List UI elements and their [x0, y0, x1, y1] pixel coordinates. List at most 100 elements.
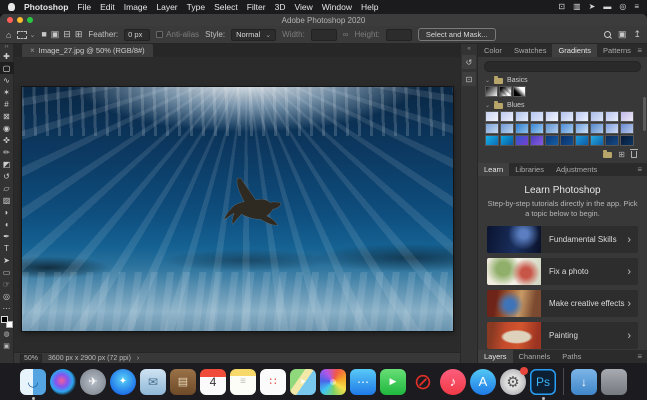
- menu-item[interactable]: Help: [361, 0, 378, 14]
- gradient-group-basics[interactable]: ⌄ Basics: [478, 75, 647, 86]
- frame-tool[interactable]: ⊠: [0, 110, 14, 122]
- menu-item[interactable]: Window: [322, 0, 352, 14]
- dock-contacts[interactable]: ▤: [170, 368, 196, 395]
- clone-stamp-tool[interactable]: ◩: [0, 158, 14, 170]
- gradient-swatch[interactable]: [620, 135, 634, 146]
- gradient-swatch[interactable]: [515, 135, 529, 146]
- gradient-swatch[interactable]: [605, 111, 619, 122]
- dock-photos[interactable]: [320, 368, 346, 395]
- menu-item[interactable]: Layer: [156, 0, 177, 14]
- gradient-swatch[interactable]: [513, 86, 526, 97]
- intersect-selection-icon[interactable]: ⊞: [75, 29, 83, 40]
- control-center-icon[interactable]: ≡: [634, 0, 639, 14]
- tutorial-fix-a-photo[interactable]: Fix a photo ›: [487, 258, 638, 286]
- gradient-swatch[interactable]: [605, 123, 619, 134]
- close-tab-icon[interactable]: ×: [30, 46, 35, 55]
- gradient-swatch[interactable]: [485, 135, 499, 146]
- dodge-tool[interactable]: ◖: [0, 218, 14, 230]
- height-input[interactable]: [385, 28, 412, 41]
- more-tools[interactable]: ⋯: [0, 302, 14, 314]
- gradient-swatch[interactable]: [560, 123, 574, 134]
- quick-mask-button[interactable]: ◍: [0, 328, 14, 340]
- gradient-swatch[interactable]: [620, 111, 634, 122]
- new-selection-icon[interactable]: ■: [41, 29, 46, 40]
- subtract-selection-icon[interactable]: ⊟: [63, 29, 71, 40]
- brush-tool[interactable]: ✏: [0, 146, 14, 158]
- gradients-scrollbar[interactable]: [643, 97, 646, 131]
- color-swatches[interactable]: [0, 316, 13, 328]
- spotlight-icon[interactable]: ◎: [619, 0, 626, 14]
- panel-tab[interactable]: Gradients: [552, 44, 597, 57]
- comments-panel-icon[interactable]: ⊡: [462, 72, 476, 86]
- tool-preset[interactable]: ⌄: [17, 30, 35, 39]
- dock-music[interactable]: ♪: [440, 368, 466, 395]
- eyedropper-tool[interactable]: ◉: [0, 122, 14, 134]
- gradient-swatch[interactable]: [605, 135, 619, 146]
- marquee-tool[interactable]: ▢: [0, 62, 14, 74]
- dock-reminders[interactable]: ∷: [260, 368, 286, 395]
- menu-item[interactable]: Filter: [247, 0, 266, 14]
- new-gradient-icon[interactable]: ⊞: [618, 150, 625, 159]
- gradient-swatch[interactable]: [560, 111, 574, 122]
- zoom-level-input[interactable]: 50%: [20, 353, 43, 363]
- panel-tab[interactable]: Libraries: [509, 163, 550, 176]
- menu-item[interactable]: View: [294, 0, 312, 14]
- home-icon[interactable]: ⌂: [6, 30, 11, 40]
- path-selection-tool[interactable]: ➤: [0, 254, 14, 266]
- new-group-folder-icon[interactable]: [603, 149, 613, 158]
- dock-notes[interactable]: ≡: [230, 368, 256, 395]
- foreground-color-swatch[interactable]: [0, 316, 8, 323]
- gradient-swatch[interactable]: [590, 111, 604, 122]
- location-icon[interactable]: ➤: [589, 0, 596, 14]
- gradient-swatch[interactable]: [499, 86, 512, 97]
- dock-messages[interactable]: ⋯: [350, 368, 376, 395]
- quick-selection-tool[interactable]: ✶: [0, 86, 14, 98]
- gradient-swatch[interactable]: [485, 123, 499, 134]
- workspace-switcher-icon[interactable]: ▣: [618, 29, 627, 40]
- canvas[interactable]: [22, 87, 453, 331]
- gradient-swatch[interactable]: [575, 135, 589, 146]
- gradient-swatch[interactable]: [590, 135, 604, 146]
- dock-system-preferences[interactable]: ⚙: [500, 366, 528, 395]
- panel-menu-icon[interactable]: ≡: [637, 350, 647, 363]
- menu-item[interactable]: Image: [124, 0, 148, 14]
- style-select[interactable]: Normal ⌄: [231, 28, 277, 41]
- dock-app-store[interactable]: A: [470, 368, 496, 395]
- gradient-swatch[interactable]: [620, 123, 634, 134]
- gradient-swatch[interactable]: [545, 123, 559, 134]
- dock-facetime[interactable]: ▶: [380, 368, 406, 395]
- gradient-swatch[interactable]: [530, 111, 544, 122]
- dock-siri[interactable]: [50, 368, 76, 395]
- search-icon[interactable]: [603, 31, 611, 38]
- feather-input[interactable]: 0 px: [124, 28, 151, 41]
- lasso-tool[interactable]: ∿: [0, 74, 14, 86]
- link-dimensions-icon[interactable]: ∞: [343, 30, 349, 39]
- expand-panels-icon[interactable]: «: [467, 46, 470, 52]
- gradient-swatch[interactable]: [500, 111, 514, 122]
- select-and-mask-button[interactable]: Select and Mask...: [417, 28, 496, 41]
- dock-mail[interactable]: ✉: [140, 368, 166, 395]
- status-chevron-icon[interactable]: ›: [137, 355, 139, 362]
- gradient-swatch[interactable]: [560, 135, 574, 146]
- crop-tool[interactable]: #: [0, 98, 14, 110]
- gradient-group-blues[interactable]: ⌄ Blues: [478, 100, 647, 111]
- gradient-swatch[interactable]: [575, 111, 589, 122]
- panel-tab[interactable]: Color: [478, 44, 508, 57]
- dock-finder[interactable]: ◡: [20, 368, 46, 400]
- menu-item[interactable]: 3D: [275, 0, 286, 14]
- share-icon[interactable]: ↥: [633, 29, 641, 40]
- move-tool[interactable]: ✚: [0, 50, 14, 62]
- type-tool[interactable]: T: [0, 242, 14, 254]
- pen-tool[interactable]: ✒: [0, 230, 14, 242]
- tutorial-painting[interactable]: Painting ›: [487, 322, 638, 350]
- healing-brush-tool[interactable]: ✜: [0, 134, 14, 146]
- eraser-tool[interactable]: ▱: [0, 182, 14, 194]
- history-panel-icon[interactable]: ↺: [462, 55, 476, 69]
- apple-icon[interactable]: [8, 3, 15, 11]
- antialias-checkbox[interactable]: [156, 31, 164, 38]
- dock-trash[interactable]: [601, 368, 627, 395]
- tutorial-make-creative-effects[interactable]: Make creative effects ›: [487, 290, 638, 318]
- tutorial-fundamental-skills[interactable]: Fundamental Skills ›: [487, 226, 638, 254]
- gradient-swatch[interactable]: [515, 123, 529, 134]
- panel-tab[interactable]: Swatches: [508, 44, 553, 57]
